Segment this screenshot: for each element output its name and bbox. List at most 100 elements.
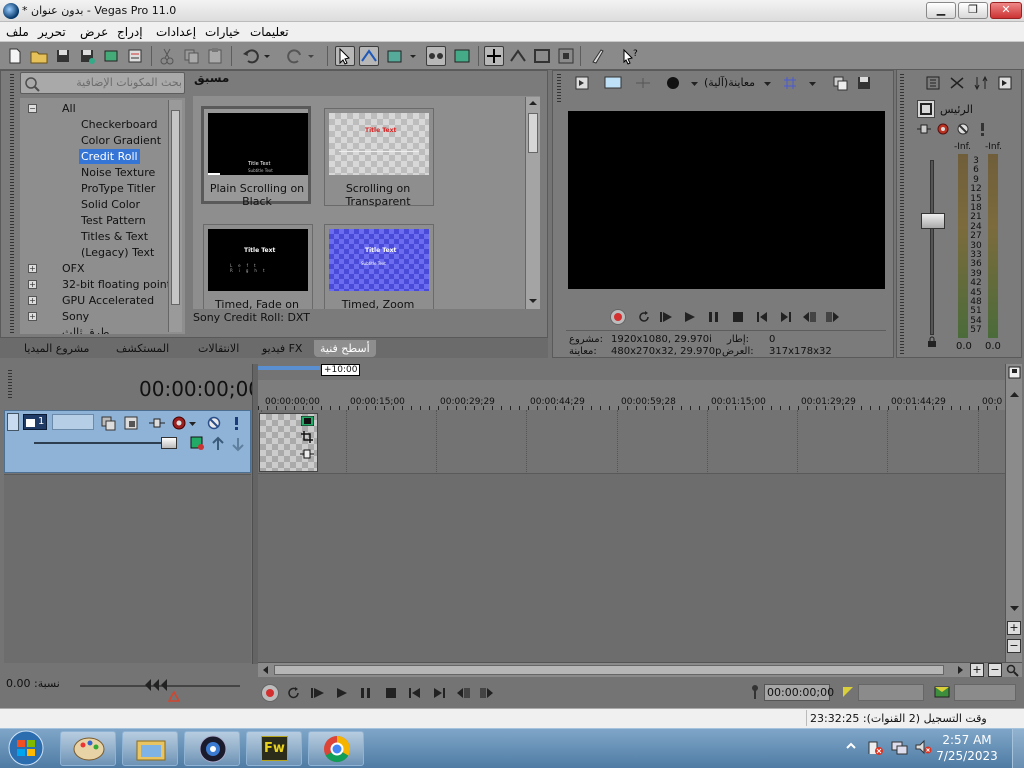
save-snapshot-icon[interactable] <box>856 75 872 91</box>
taskbar-chrome[interactable] <box>308 731 364 766</box>
go-to-start-icon[interactable] <box>754 309 770 325</box>
tree-item-noise-texture[interactable]: Noise Texture <box>81 165 155 180</box>
panel-grip-handle[interactable] <box>10 74 14 334</box>
tree-item-credit-roll[interactable]: Credit Roll <box>79 149 140 164</box>
redo-button[interactable] <box>285 46 305 66</box>
tree-item-checkerboard[interactable]: Checkerboard <box>81 117 158 132</box>
previous-frame-icon[interactable] <box>454 685 472 701</box>
stop-icon[interactable] <box>730 309 746 325</box>
panel-grip-handle[interactable] <box>557 74 561 104</box>
tree-scroll-thumb[interactable] <box>171 110 180 305</box>
panel-grip-handle[interactable] <box>8 370 12 400</box>
cursor-time-input[interactable]: 00:00:00;00 <box>764 684 834 701</box>
loop-icon[interactable] <box>636 309 652 325</box>
vegas-app-icon[interactable] <box>3 3 19 19</box>
preset-scrolling-transparent[interactable]: Title Text Scrolling on Transparent <box>324 108 434 208</box>
level-slider-handle[interactable] <box>161 437 177 449</box>
tab-media-generators[interactable]: أسطح فنية <box>314 340 376 357</box>
taskbar-explorer[interactable] <box>122 731 178 766</box>
play-from-start-icon[interactable] <box>658 309 674 325</box>
menu-settings[interactable]: إعدادات <box>156 25 196 39</box>
play-icon[interactable] <box>333 685 351 701</box>
gear-icon[interactable] <box>171 415 187 431</box>
menu-insert[interactable]: إدراج <box>117 25 143 39</box>
lock-envelopes-button[interactable] <box>452 46 472 66</box>
tree-scrollbar[interactable] <box>168 100 182 332</box>
zoom-tool[interactable] <box>556 46 576 66</box>
stop-icon[interactable] <box>382 685 400 701</box>
close-button[interactable]: ✕ <box>990 2 1022 19</box>
envelope-tool[interactable] <box>359 46 379 66</box>
expand-icon[interactable]: + <box>28 280 37 289</box>
next-frame-icon[interactable] <box>824 309 842 325</box>
fx-chain-icon[interactable] <box>915 121 933 137</box>
start-button[interactable] <box>2 729 54 767</box>
menu-edit[interactable]: تحرير <box>38 25 66 39</box>
event-pan-crop-icon[interactable] <box>190 436 206 452</box>
paste-button[interactable] <box>205 46 225 66</box>
tree-item-solid-color[interactable]: Solid Color <box>81 197 140 212</box>
tool-dropdown[interactable] <box>408 46 418 66</box>
panel-grip-handle[interactable] <box>900 74 904 354</box>
chevron-down-icon[interactable] <box>763 75 773 91</box>
tree-group-ofx[interactable]: OFX <box>62 261 85 276</box>
presets-scrollbar[interactable] <box>525 97 540 309</box>
collapse-icon[interactable]: − <box>28 104 37 113</box>
dim-output-icon[interactable] <box>973 75 989 91</box>
record-button[interactable] <box>610 309 626 325</box>
auto-ripple-toggle[interactable] <box>426 46 446 66</box>
minimize-button[interactable]: ▁ <box>926 2 956 19</box>
menu-help[interactable]: تعليمات <box>250 25 289 39</box>
mute-icon[interactable] <box>955 121 971 137</box>
solo-icon[interactable] <box>977 121 989 137</box>
tree-item-color-gradient[interactable]: Color Gradient <box>81 133 161 148</box>
menu-options[interactable]: خيارات <box>205 25 240 39</box>
preset-timed-fade[interactable]: Title Text Left Right Timed, Fade on <box>203 224 313 309</box>
track-name-field[interactable] <box>52 414 94 430</box>
tab-transitions[interactable]: الانتقالات <box>192 340 245 357</box>
tree-group-32bit[interactable]: 32-bit floating point <box>62 277 171 292</box>
tree-item-titles-text[interactable]: Titles & Text <box>81 229 148 244</box>
tree-item-test-pattern[interactable]: Test Pattern <box>81 213 146 228</box>
undo-dropdown[interactable] <box>262 46 272 66</box>
menu-view[interactable]: عرض <box>80 25 108 39</box>
track-motion-icon[interactable] <box>148 415 166 431</box>
tab-project-media[interactable]: مشروع الميديا <box>18 340 95 357</box>
new-project-button[interactable] <box>5 46 25 66</box>
preview-quality-select[interactable]: معاينة(آلية) <box>704 76 755 89</box>
video-event-clip[interactable] <box>259 413 318 472</box>
render-button[interactable] <box>101 46 121 66</box>
downmix-icon[interactable] <box>949 75 965 91</box>
selection-start-field[interactable] <box>858 684 924 701</box>
insert-bus-icon[interactable] <box>925 75 941 91</box>
taskbar-vegas[interactable] <box>184 731 240 766</box>
go-to-start-icon[interactable] <box>406 685 424 701</box>
whats-this-help-button[interactable]: ? <box>620 46 640 66</box>
tree-group-third-party[interactable]: طرق ثالث <box>62 325 109 334</box>
empty-timeline-area[interactable] <box>258 474 1005 663</box>
pause-icon[interactable] <box>357 685 375 701</box>
network-icon[interactable] <box>890 738 908 756</box>
normal-edit-tool[interactable] <box>335 46 355 66</box>
menu-file[interactable]: ملف <box>6 25 29 39</box>
show-hidden-icons-icon[interactable] <box>845 740 857 752</box>
action-center-icon[interactable] <box>866 738 884 756</box>
loop-playback-icon[interactable] <box>285 685 303 701</box>
clean-up-button[interactable] <box>588 46 608 66</box>
tree-item-legacy-text[interactable]: (Legacy) Text <box>81 245 154 260</box>
preset-plain-scrolling[interactable]: Title Text Subtitle Text Plain Scrolling… <box>201 106 311 208</box>
preview-fx-icon[interactable] <box>664 75 682 91</box>
selection-length-field[interactable] <box>954 684 1016 701</box>
play-icon[interactable] <box>682 309 698 325</box>
horizontal-scroll-thumb[interactable] <box>274 665 944 675</box>
mixer-properties-icon[interactable] <box>997 75 1013 91</box>
presets-scroll-thumb[interactable] <box>528 113 538 153</box>
cut-button[interactable] <box>157 46 177 66</box>
redo-dropdown[interactable] <box>306 46 316 66</box>
track-number-badge[interactable]: 1 <box>23 414 47 430</box>
taskbar-fireworks[interactable]: Fw <box>246 731 302 766</box>
selection-tool[interactable] <box>385 46 405 66</box>
compositing-mode-icon[interactable] <box>100 415 116 431</box>
volume-muted-icon[interactable] <box>914 738 932 756</box>
tree-group-gpu[interactable]: GPU Accelerated <box>62 293 154 308</box>
